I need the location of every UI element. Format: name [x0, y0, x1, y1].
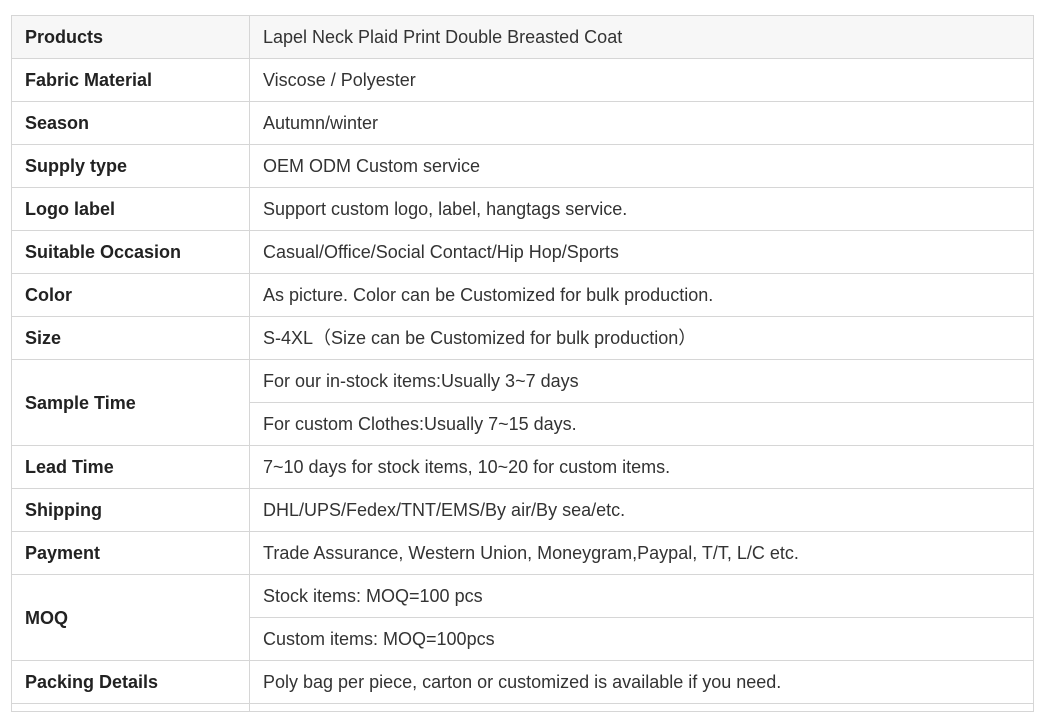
table-row: Logo label Support custom logo, label, ha… — [11, 187, 1034, 231]
table-row: Products Lapel Neck Plaid Print Double Br… — [11, 15, 1034, 59]
table-row: Lead Time 7~10 days for stock items, 10~2… — [11, 445, 1034, 489]
spec-label-sample-time: Sample Time — [11, 359, 250, 446]
table-row: Color As picture. Color can be Customized… — [11, 273, 1034, 317]
spec-value-logo-label: Support custom logo, label, hangtags ser… — [249, 187, 1034, 231]
spec-label-shipping: Shipping — [11, 488, 250, 532]
spec-label-logo-label: Logo label — [11, 187, 250, 231]
spec-label-fabric-material: Fabric Material — [11, 58, 250, 102]
spec-value-lead-time: 7~10 days for stock items, 10~20 for cus… — [249, 445, 1034, 489]
spec-value-color: As picture. Color can be Customized for … — [249, 273, 1034, 317]
spec-table-body: Products Lapel Neck Plaid Print Double Br… — [11, 15, 1034, 712]
spec-label-products: Products — [11, 15, 250, 59]
spec-label-payment: Payment — [11, 531, 250, 575]
table-row: Payment Trade Assurance, Western Union, M… — [11, 531, 1034, 575]
spec-value-moq-1: Stock items: MOQ=100 pcs — [249, 574, 1034, 618]
spec-value-fabric-material: Viscose / Polyester — [249, 58, 1034, 102]
table-row: Supply type OEM ODM Custom service — [11, 144, 1034, 188]
spec-value-sample-time-2: For custom Clothes:Usually 7~15 days. — [249, 402, 1034, 446]
table-row: Packing Details Poly bag per piece, carto… — [11, 660, 1034, 704]
table-row: Fabric Material Viscose / Polyester — [11, 58, 1034, 102]
table-row: Shipping DHL/UPS/Fedex/TNT/EMS/By air/By … — [11, 488, 1034, 532]
spec-label-suitable-occasion: Suitable Occasion — [11, 230, 250, 274]
table-row: Sample Time For our in-stock items:Usuall… — [11, 359, 1034, 446]
table-row: MOQ Stock items: MOQ=100 pcs — [11, 574, 1034, 661]
table-row: Size S-4XL（Size can be Customized for bul… — [11, 316, 1034, 360]
spec-label-moq: MOQ — [11, 574, 250, 661]
spec-label-size: Size — [11, 316, 250, 360]
spec-value-products: Lapel Neck Plaid Print Double Breasted C… — [249, 15, 1034, 59]
spec-value-sample-time-1: For our in-stock items:Usually 3~7 days — [249, 359, 1034, 403]
table-row: Suitable Occasion Casual/Office/Social Co… — [11, 230, 1034, 274]
spec-value-suitable-occasion: Casual/Office/Social Contact/Hip Hop/Spo… — [249, 230, 1034, 274]
spec-value-shipping: DHL/UPS/Fedex/TNT/EMS/By air/By sea/etc. — [249, 488, 1034, 532]
spec-value-moq-2: Custom items: MOQ=100pcs — [249, 617, 1034, 661]
spec-label-packing-details: Packing Details — [11, 660, 250, 704]
spec-value-season: Autumn/winter — [249, 101, 1034, 145]
product-spec-table: Products Lapel Neck Plaid Print Double Br… — [11, 15, 1034, 712]
spec-label-supply-type: Supply type — [11, 144, 250, 188]
table-row-cutoff — [11, 703, 1034, 712]
cutoff-value-cell — [249, 703, 1034, 712]
table-row: Season Autumn/winter — [11, 101, 1034, 145]
spec-value-supply-type: OEM ODM Custom service — [249, 144, 1034, 188]
spec-label-lead-time: Lead Time — [11, 445, 250, 489]
spec-label-color: Color — [11, 273, 250, 317]
spec-label-season: Season — [11, 101, 250, 145]
spec-value-packing-details: Poly bag per piece, carton or customized… — [249, 660, 1034, 704]
spec-value-size: S-4XL（Size can be Customized for bulk pr… — [249, 316, 1034, 360]
cutoff-label-cell — [11, 703, 250, 712]
spec-value-payment: Trade Assurance, Western Union, Moneygra… — [249, 531, 1034, 575]
